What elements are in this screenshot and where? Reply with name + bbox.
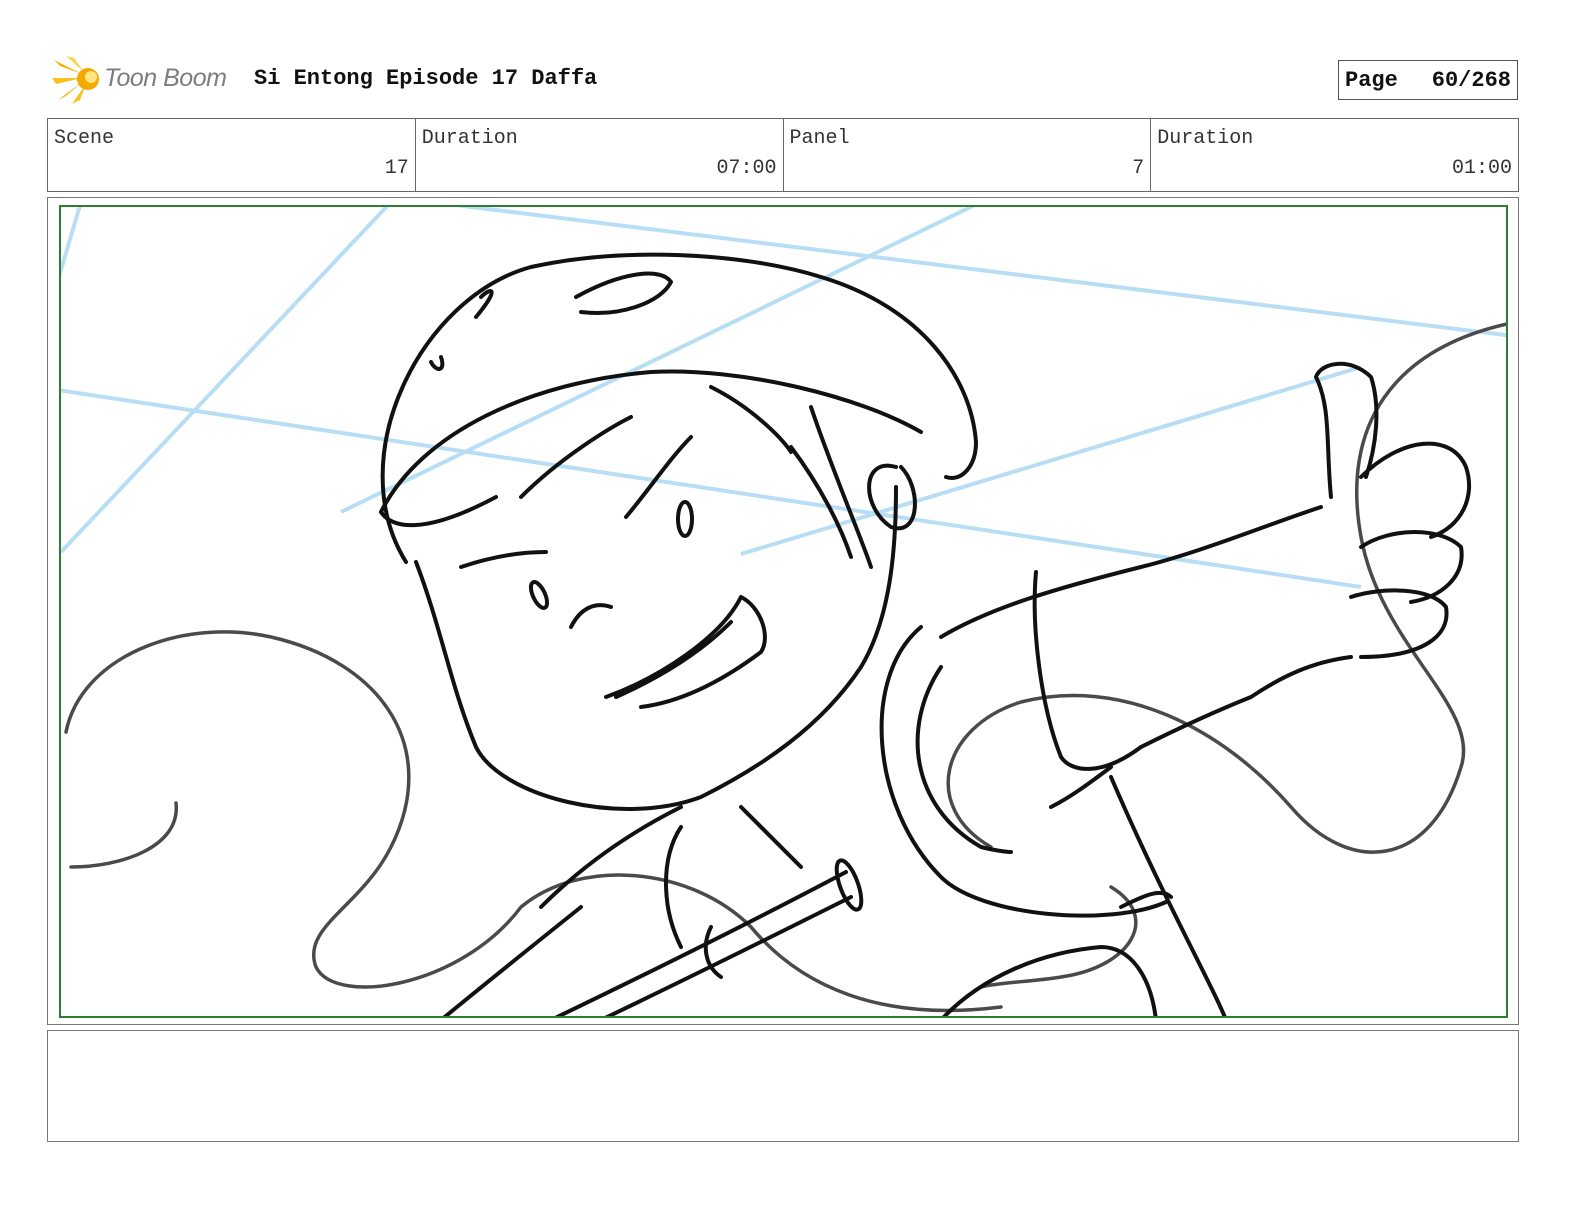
panel-label: Panel <box>789 127 850 150</box>
panel-value: 7 <box>1132 157 1145 180</box>
page-label: Page <box>1345 67 1398 93</box>
panel-cell: Panel 7 <box>784 119 1152 191</box>
scene-duration-cell: Duration 07:00 <box>416 119 784 191</box>
toon-boom-logo: Toon Boom <box>52 56 242 106</box>
scene-duration-label: Duration <box>421 127 518 150</box>
scene-label: Scene <box>54 127 115 150</box>
panel-duration-cell: Duration 01:00 <box>1151 119 1518 191</box>
scene-cell: Scene 17 <box>48 119 416 191</box>
perspective-guides <box>61 207 1506 589</box>
scene-value: 17 <box>384 157 409 180</box>
scene-duration-value: 07:00 <box>716 157 777 180</box>
toon-boom-flame-icon <box>52 56 99 104</box>
storyboard-sketch <box>61 207 1506 1016</box>
panel-drawing-area <box>59 205 1508 1018</box>
page-indicator: Page 60/268 <box>1338 60 1518 100</box>
panel-notes-box <box>47 1030 1519 1142</box>
panel-duration-label: Duration <box>1157 127 1254 150</box>
logo-text: Toon Boom <box>104 64 227 92</box>
storyboard-title: Si Entong Episode 17 Daffa <box>254 66 598 91</box>
panel-info-table: Scene 17 Duration 07:00 Panel 7 Duration… <box>47 118 1519 192</box>
panel-duration-value: 01:00 <box>1451 157 1512 180</box>
page-number: 60/268 <box>1431 67 1511 93</box>
character-sketch <box>379 252 1472 1016</box>
